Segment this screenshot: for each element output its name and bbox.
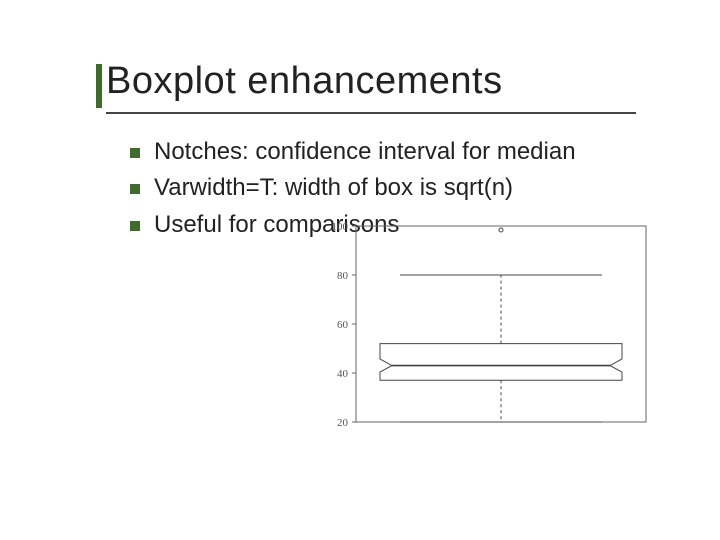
slide: Boxplot enhancements Notches: confidence… — [0, 0, 720, 540]
title-container: Boxplot enhancements — [106, 60, 503, 103]
whiskers — [400, 275, 602, 422]
slide-title: Boxplot enhancements — [106, 60, 503, 103]
square-bullet-icon — [130, 221, 140, 231]
outlier-point — [499, 228, 503, 232]
list-item-text: Varwidth=T: width of box is sqrt(n) — [154, 172, 513, 204]
list-item: Varwidth=T: width of box is sqrt(n) — [130, 172, 670, 204]
ytick-label: 40 — [337, 368, 349, 380]
ytick-label: 60 — [337, 319, 349, 331]
y-axis-ticks: 20 40 60 80 100 — [332, 221, 357, 429]
title-underline — [106, 112, 636, 114]
ytick-label: 80 — [337, 270, 349, 282]
ytick-label: 20 — [337, 417, 349, 429]
list-item-text: Notches: confidence interval for median — [154, 136, 576, 168]
square-bullet-icon — [130, 148, 140, 158]
list-item: Notches: confidence interval for median — [130, 136, 670, 168]
boxplot-figure: 20 40 60 80 100 — [310, 218, 658, 438]
box — [380, 344, 622, 381]
ytick-label: 100 — [332, 221, 349, 233]
title-accent-bar — [96, 64, 102, 108]
square-bullet-icon — [130, 184, 140, 194]
